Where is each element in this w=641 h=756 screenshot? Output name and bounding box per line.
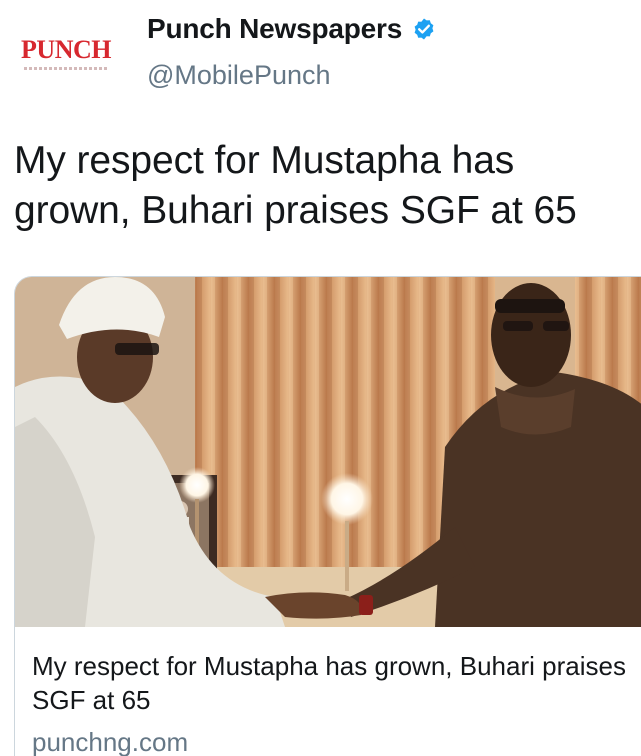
card-title[interactable]: My respect for Mustapha has grown, Buhar… — [32, 649, 641, 717]
tweet-text: My respect for Mustapha has grown, Buhar… — [14, 139, 577, 232]
link-card[interactable]: My respect for Mustapha has grown, Buhar… — [14, 276, 641, 756]
avatar[interactable]: PUNCH — [8, 10, 124, 96]
author-handle[interactable]: @MobilePunch — [147, 60, 331, 91]
logo-tagline-decoration — [24, 66, 108, 70]
tweet-view: PUNCH Punch Newspapers @MobilePunch My r… — [0, 0, 641, 756]
author-name-row[interactable]: Punch Newspapers — [147, 12, 436, 46]
verified-badge-icon — [412, 17, 436, 41]
card-image[interactable] — [15, 277, 641, 627]
author-display-name[interactable]: Punch Newspapers — [147, 13, 402, 45]
card-domain[interactable]: punchng.com — [32, 727, 188, 756]
article-photo — [15, 277, 641, 627]
punch-logo-icon: PUNCH — [21, 34, 111, 64]
